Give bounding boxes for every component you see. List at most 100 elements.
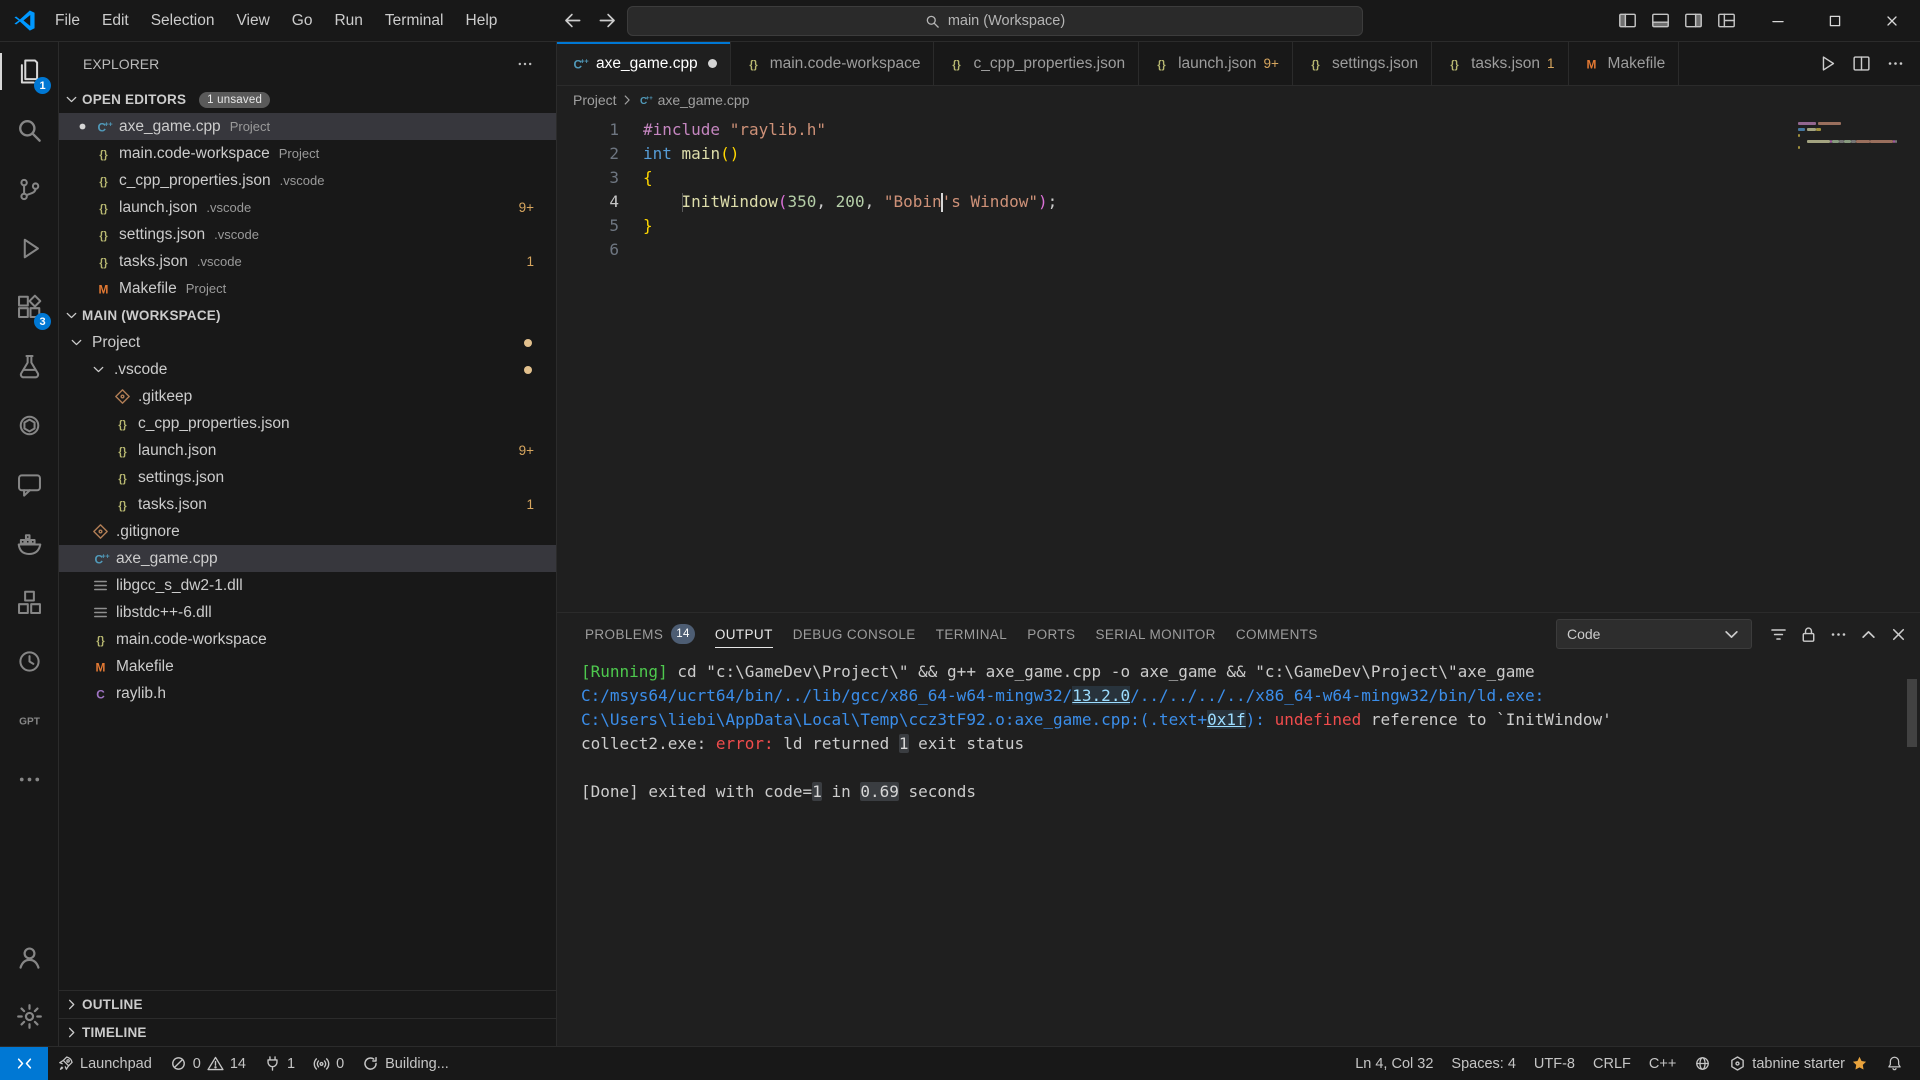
open-editor-makefile[interactable]: MMakefileProject — [59, 275, 556, 302]
open-editor-launch-json[interactable]: {}launch.json.vscode9+ — [59, 194, 556, 221]
status-launchpad[interactable]: Launchpad — [48, 1047, 161, 1080]
status-tabnine[interactable]: tabnine starter — [1720, 1047, 1877, 1080]
activity-extensions[interactable]: 3 — [0, 278, 58, 337]
split-editor-button[interactable] — [1846, 49, 1876, 79]
status-eol[interactable]: CRLF — [1584, 1047, 1640, 1080]
output-channel-select[interactable]: Code — [1556, 619, 1752, 649]
status-building[interactable]: Building... — [353, 1047, 458, 1080]
open-editor-c-cpp-properties-json[interactable]: {}c_cpp_properties.json.vscode — [59, 167, 556, 194]
open-editor-main-code-workspace[interactable]: {}main.code-workspaceProject — [59, 140, 556, 167]
status-broadcast[interactable]: 0 — [304, 1047, 353, 1080]
activity-more-views[interactable] — [0, 750, 58, 809]
status-problems[interactable]: 014 — [161, 1047, 255, 1080]
command-center[interactable]: main (Workspace) — [627, 6, 1363, 36]
tab-launch-json[interactable]: {}launch.json9+ — [1139, 42, 1293, 85]
menu-run[interactable]: Run — [323, 0, 373, 41]
panel-tab-terminal[interactable]: TERMINAL — [926, 613, 1017, 655]
status-notifications[interactable] — [1877, 1047, 1912, 1080]
close-button[interactable] — [1863, 0, 1920, 41]
tree-item-gitkeep[interactable]: .gitkeep — [59, 383, 556, 410]
activity-account[interactable] — [0, 928, 58, 987]
filter-icon[interactable] — [1769, 625, 1788, 644]
status-language-status[interactable] — [1685, 1047, 1720, 1080]
toggle-sidebar-icon[interactable] — [1611, 0, 1644, 41]
tree-item-launch-json[interactable]: {}launch.json9+ — [59, 437, 556, 464]
panel-tab-debug-console[interactable]: DEBUG CONSOLE — [783, 613, 926, 655]
panel-scrollbar[interactable] — [1907, 679, 1917, 747]
tree-item-settings-json[interactable]: {}settings.json — [59, 464, 556, 491]
tree-item-libgcc-s-dw2-1-dll[interactable]: libgcc_s_dw2-1.dll — [59, 572, 556, 599]
tree-item-vscode[interactable]: .vscode — [59, 356, 556, 383]
activity-chatgpt[interactable] — [0, 396, 58, 455]
toggle-secondary-sidebar-icon[interactable] — [1677, 0, 1710, 41]
menu-view[interactable]: View — [225, 0, 280, 41]
status-indentation[interactable]: Spaces: 4 — [1442, 1047, 1525, 1080]
tree-item-gitignore[interactable]: .gitignore — [59, 518, 556, 545]
code-line-2[interactable]: 2int main() — [557, 142, 1920, 166]
activity-packages[interactable] — [0, 573, 58, 632]
maximize-button[interactable] — [1806, 0, 1863, 41]
activity-search[interactable] — [0, 101, 58, 160]
outline-header[interactable]: OUTLINE — [59, 990, 556, 1018]
code-line-3[interactable]: 3{ — [557, 166, 1920, 190]
open-editor-axe-game-cpp[interactable]: C++axe_game.cppProject — [59, 113, 556, 140]
forward-icon[interactable] — [598, 11, 617, 30]
customize-layout-icon[interactable] — [1710, 0, 1743, 41]
menu-selection[interactable]: Selection — [140, 0, 226, 41]
tree-item-axe-game-cpp[interactable]: C++axe_game.cpp — [59, 545, 556, 572]
tab-tasks-json[interactable]: {}tasks.json1 — [1432, 42, 1568, 85]
editor[interactable]: 1#include "raylib.h"2int main()3{4 InitW… — [557, 114, 1920, 612]
panel-tab-problems[interactable]: PROBLEMS14 — [575, 613, 705, 655]
menu-terminal[interactable]: Terminal — [374, 0, 455, 41]
back-icon[interactable] — [563, 11, 582, 30]
panel-tab-output[interactable]: OUTPUT — [705, 613, 783, 655]
activity-settings[interactable] — [0, 987, 58, 1046]
status-remote[interactable] — [0, 1047, 48, 1080]
tree-item-libstdc-6-dll[interactable]: libstdc++-6.dll — [59, 599, 556, 626]
activity-timer[interactable] — [0, 632, 58, 691]
explorer-more-icon[interactable] — [516, 55, 534, 73]
toggle-panel-icon[interactable] — [1644, 0, 1677, 41]
activity-gpt[interactable]: GPT — [0, 691, 58, 750]
open-editor-settings-json[interactable]: {}settings.json.vscode — [59, 221, 556, 248]
tree-item-c-cpp-properties-json[interactable]: {}c_cpp_properties.json — [59, 410, 556, 437]
minimize-button[interactable] — [1749, 0, 1806, 41]
activity-run-debug[interactable] — [0, 219, 58, 278]
tree-item-tasks-json[interactable]: {}tasks.json1 — [59, 491, 556, 518]
tab-makefile[interactable]: MMakefile — [1569, 42, 1680, 85]
status-language-mode[interactable]: C++ — [1640, 1047, 1685, 1080]
output-log[interactable]: [Running] cd "c:\GameDev\Project\" && g+… — [557, 655, 1920, 1046]
lock-icon[interactable] — [1799, 625, 1818, 644]
tree-item-raylib-h[interactable]: Craylib.h — [59, 680, 556, 707]
activity-testing[interactable] — [0, 337, 58, 396]
code-line-4[interactable]: 4 InitWindow(350, 200, "Bobin's Window")… — [557, 190, 1920, 214]
maximize-panel-icon[interactable] — [1859, 625, 1878, 644]
tab-c-cpp-properties-json[interactable]: {}c_cpp_properties.json — [934, 42, 1139, 85]
editor-more-actions[interactable] — [1880, 49, 1910, 79]
breadcrumb-item-axe-game-cpp[interactable]: C++axe_game.cpp — [637, 92, 750, 108]
workspace-header[interactable]: MAIN (WORKSPACE) — [59, 302, 556, 329]
menu-file[interactable]: File — [44, 0, 91, 41]
panel-tab-comments[interactable]: COMMENTS — [1226, 613, 1328, 655]
tab-axe-game-cpp[interactable]: C++axe_game.cpp — [557, 42, 731, 85]
open-editors-header[interactable]: OPEN EDITORS 1 unsaved — [59, 86, 556, 113]
tab-main-code-workspace[interactable]: {}main.code-workspace — [731, 42, 935, 85]
modified-dot[interactable] — [708, 59, 717, 68]
close-panel-icon[interactable] — [1889, 625, 1908, 644]
status-cursor-position[interactable]: Ln 4, Col 32 — [1346, 1047, 1442, 1080]
menu-go[interactable]: Go — [281, 0, 324, 41]
tree-item-main-code-workspace[interactable]: {}main.code-workspace — [59, 626, 556, 653]
code-line-6[interactable]: 6 — [557, 238, 1920, 262]
breadcrumb-item-project[interactable]: Project — [573, 92, 617, 108]
activity-docker[interactable] — [0, 514, 58, 573]
minimap[interactable] — [1798, 122, 1904, 158]
panel-tab-serial-monitor[interactable]: SERIAL MONITOR — [1085, 613, 1225, 655]
menu-edit[interactable]: Edit — [91, 0, 140, 41]
status-plugged[interactable]: 1 — [255, 1047, 304, 1080]
menu-help[interactable]: Help — [455, 0, 509, 41]
code-line-5[interactable]: 5} — [557, 214, 1920, 238]
run-code-button[interactable] — [1812, 49, 1842, 79]
panel-tab-ports[interactable]: PORTS — [1017, 613, 1085, 655]
activity-source-control[interactable] — [0, 160, 58, 219]
code-line-1[interactable]: 1#include "raylib.h" — [557, 118, 1920, 142]
